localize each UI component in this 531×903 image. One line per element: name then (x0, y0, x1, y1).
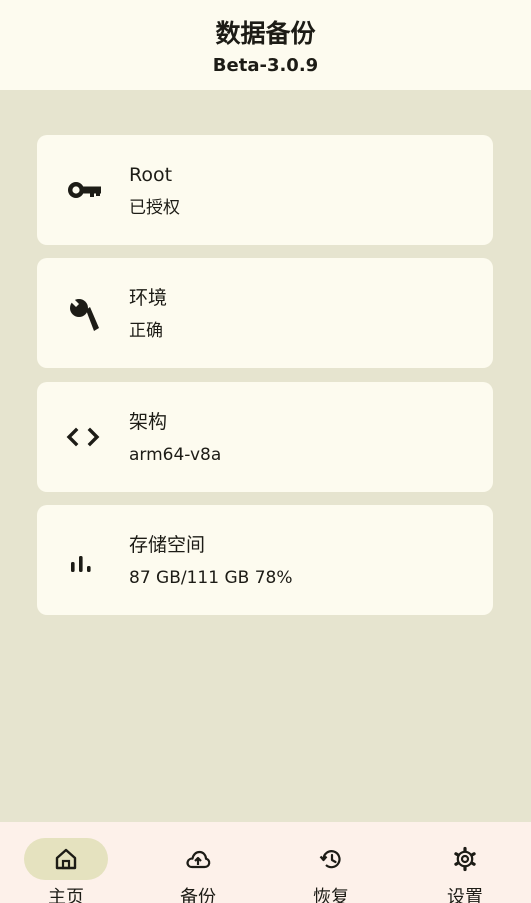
card-value: arm64-v8a (129, 445, 222, 465)
nav-settings[interactable]: 设置 (399, 822, 531, 903)
nav-home[interactable]: 主页 (0, 822, 132, 903)
card-title: 存储空间 (129, 534, 206, 556)
storage-card[interactable]: 存储空间 87 GB/111 GB 78% (37, 505, 493, 615)
top-app-bar: 数据备份 Beta-3.0.9 (0, 0, 531, 90)
environment-status-card[interactable]: 环境 正确 (37, 258, 493, 368)
architecture-card[interactable]: 架构 arm64-v8a (37, 382, 493, 492)
bottom-navigation-bar: 主页 备份 恢复 设置 (0, 822, 531, 903)
wrench-icon (65, 295, 101, 331)
key-icon (65, 172, 101, 208)
nav-backup[interactable]: 备份 (132, 822, 264, 903)
card-value: 已授权 (129, 198, 180, 218)
code-icon (65, 419, 101, 455)
cloud-upload-icon (185, 846, 211, 872)
nav-label: 备份 (180, 887, 216, 903)
gear-icon (452, 846, 478, 872)
card-value: 87 GB/111 GB 78% (129, 568, 293, 588)
root-status-card[interactable]: Root 已授权 (37, 135, 493, 245)
app-title: 数据备份 (215, 19, 316, 48)
app-version: Beta-3.0.9 (212, 55, 319, 76)
nav-restore[interactable]: 恢复 (265, 822, 397, 903)
card-value: 正确 (129, 321, 163, 341)
nav-label: 设置 (447, 887, 483, 903)
nav-label: 主页 (48, 887, 84, 903)
history-icon (318, 846, 344, 872)
bar-chart-icon (65, 542, 101, 578)
nav-label: 恢复 (313, 887, 349, 903)
card-title: 架构 (129, 411, 168, 433)
card-title: Root (129, 164, 173, 186)
card-title: 环境 (129, 287, 168, 309)
home-icon (53, 846, 79, 872)
